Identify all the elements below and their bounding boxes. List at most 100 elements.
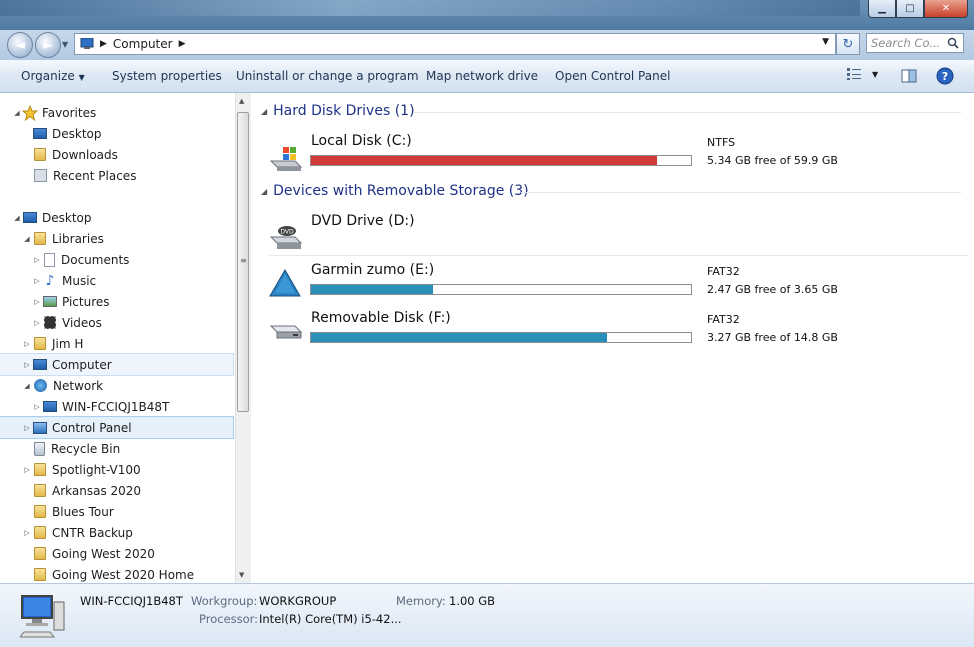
breadcrumb-chevron-icon[interactable]: ▶ <box>179 39 186 49</box>
nav-scrollbar[interactable]: ▲ ≡ ▼ <box>235 93 251 583</box>
tree-label-favorites: Favorites <box>42 105 97 120</box>
view-options[interactable]: ▼ <box>846 67 878 81</box>
maximize-button[interactable]: □ <box>896 0 924 18</box>
drive-f-free-space: 3.27 GB free of 14.8 GB <box>707 331 838 344</box>
drive-f[interactable]: Removable Disk (F:) FAT32 3.27 GB free o… <box>269 310 959 358</box>
tree-item-documents[interactable]: ▷ Documents <box>0 249 233 270</box>
open-control-panel-button[interactable]: Open Control Panel <box>555 69 670 83</box>
group-title-hdd: Hard Disk Drives (1) <box>273 103 415 119</box>
documents-icon <box>44 252 55 267</box>
tree-item-folder-spotlight[interactable]: ▷ Spotlight-V100 <box>0 459 233 480</box>
folder-icon <box>34 463 46 476</box>
address-dropdown-icon[interactable]: ▼ <box>822 37 829 47</box>
tree-item-videos[interactable]: ▷ Videos <box>0 312 233 333</box>
tree-item-favorites[interactable]: ◢ Favorites <box>0 102 233 123</box>
tree-label-documents: Documents <box>61 252 130 267</box>
tree-label-recent-places: Recent Places <box>53 168 137 183</box>
drive-d[interactable]: DVD DVD Drive (D:) <box>269 213 959 261</box>
drive-f-usage-bar <box>310 332 692 343</box>
drive-c-name: Local Disk (C:) <box>311 133 412 149</box>
group-collapse-icon[interactable]: ◢ <box>261 107 267 116</box>
expand-arrow-icon[interactable]: ▷ <box>32 277 42 285</box>
collapse-arrow-icon[interactable]: ◢ <box>12 109 22 117</box>
tree-item-control-panel[interactable]: ▷ Control Panel <box>0 416 234 439</box>
address-field[interactable]: ▶ Computer ▶ ▼ <box>74 33 836 55</box>
forward-button[interactable]: ► <box>35 32 61 58</box>
expand-arrow-icon[interactable]: ▷ <box>32 298 42 306</box>
expand-arrow-icon[interactable]: ▷ <box>22 424 32 432</box>
drive-e[interactable]: Garmin zumo (E:) FAT32 2.47 GB free of 3… <box>269 262 959 310</box>
tree-item-folder-cntr[interactable]: ▷ CNTR Backup <box>0 522 233 543</box>
tree-item-music[interactable]: ▷ ♪ Music <box>0 270 233 291</box>
tree-item-network-pc[interactable]: ▷ WIN-FCCIQJ1B48T <box>0 396 233 417</box>
tree-label-folder: Arkansas 2020 <box>52 483 142 498</box>
group-removable-storage[interactable]: ◢ Devices with Removable Storage (3) <box>261 183 529 199</box>
expand-arrow-icon[interactable]: ▷ <box>32 319 42 327</box>
search-input[interactable]: Search Co... <box>866 33 964 53</box>
refresh-button[interactable]: ↻ <box>836 33 860 55</box>
close-button[interactable]: ✕ <box>924 0 968 18</box>
breadcrumb-computer[interactable]: Computer <box>113 37 173 51</box>
drive-e-name: Garmin zumo (E:) <box>311 262 435 278</box>
tree-item-network[interactable]: ◢ Network <box>0 375 233 396</box>
expand-arrow-icon[interactable]: ▷ <box>32 403 42 411</box>
folder-icon <box>34 526 46 539</box>
details-processor-label: Processor: <box>199 612 259 626</box>
control-panel-icon <box>33 421 47 434</box>
tree-item-computer[interactable]: ▷ Computer <box>0 353 234 376</box>
star-icon <box>22 104 38 121</box>
expand-arrow-icon[interactable]: ▷ <box>22 529 32 537</box>
view-dropdown-icon[interactable]: ▼ <box>872 70 878 79</box>
recent-pages-dropdown[interactable]: ▼ <box>62 40 68 49</box>
breadcrumb-separator-icon[interactable]: ▶ <box>100 39 107 49</box>
computer-icon <box>80 38 94 49</box>
folder-icon <box>34 547 46 560</box>
system-properties-button[interactable]: System properties <box>112 69 222 83</box>
title-bar-background <box>0 0 860 16</box>
minimize-button[interactable]: ▁ <box>868 0 896 18</box>
tree-item-folder-arkansas[interactable]: Arkansas 2020 <box>0 480 233 501</box>
tree-item-recycle-bin[interactable]: Recycle Bin <box>0 438 233 459</box>
tree-item-pictures[interactable]: ▷ Pictures <box>0 291 233 312</box>
tree-item-folder-going-west-home[interactable]: Going West 2020 Home <box>0 564 233 583</box>
tree-item-recent-places[interactable]: Recent Places <box>0 165 233 186</box>
desktop-icon <box>23 212 37 223</box>
map-network-drive-button[interactable]: Map network drive <box>426 69 538 83</box>
back-button[interactable]: ◄ <box>7 32 33 58</box>
content-pane: ◢ Hard Disk Drives (1) Local Disk (C:) N… <box>251 93 974 583</box>
expand-arrow-icon[interactable]: ▷ <box>22 361 32 369</box>
tree-item-desktop-fav[interactable]: Desktop <box>0 123 233 144</box>
details-pane: WIN-FCCIQJ1B48T Workgroup: WORKGROUP Mem… <box>0 583 974 647</box>
group-collapse-icon[interactable]: ◢ <box>261 187 267 196</box>
tree-item-folder-going-west[interactable]: Going West 2020 <box>0 543 233 564</box>
network-computer-icon <box>43 401 57 412</box>
expand-arrow-icon[interactable]: ▷ <box>22 340 32 348</box>
help-icon[interactable]: ? <box>936 67 954 85</box>
scroll-up-icon[interactable]: ▲ <box>239 97 244 105</box>
details-computer-name: WIN-FCCIQJ1B48T <box>80 594 183 608</box>
drive-c[interactable]: Local Disk (C:) NTFS 5.34 GB free of 59.… <box>269 133 959 181</box>
scroll-down-icon[interactable]: ▼ <box>239 571 244 579</box>
tree-label-libraries: Libraries <box>52 231 104 246</box>
expand-arrow-icon[interactable]: ▷ <box>22 466 32 474</box>
tree-item-libraries[interactable]: ◢ Libraries <box>0 228 233 249</box>
uninstall-program-button[interactable]: Uninstall or change a program <box>236 69 419 83</box>
details-memory-value: 1.00 GB <box>449 594 496 608</box>
collapse-arrow-icon[interactable]: ◢ <box>22 382 32 390</box>
tree-item-downloads[interactable]: Downloads <box>0 144 233 165</box>
drive-c-usage-bar <box>310 155 692 166</box>
collapse-arrow-icon[interactable]: ◢ <box>22 235 32 243</box>
hard-drive-icon <box>269 325 303 339</box>
tree-item-folder-blues[interactable]: Blues Tour <box>0 501 233 522</box>
tree-item-user[interactable]: ▷ Jim H <box>0 333 233 354</box>
expand-arrow-icon[interactable]: ▷ <box>32 256 42 264</box>
tree-item-desktop[interactable]: ◢ Desktop <box>0 207 233 228</box>
organize-menu[interactable]: Organize ▼ <box>21 69 85 83</box>
tree-label-music: Music <box>62 273 97 288</box>
preview-pane-icon[interactable] <box>901 69 917 83</box>
tree-label-folder: Going West 2020 Home <box>52 567 195 582</box>
collapse-arrow-icon[interactable]: ◢ <box>12 214 22 222</box>
computer-icon <box>20 595 65 638</box>
group-hard-disk-drives[interactable]: ◢ Hard Disk Drives (1) <box>261 103 415 119</box>
tree-label-network-pc: WIN-FCCIQJ1B48T <box>62 399 170 414</box>
